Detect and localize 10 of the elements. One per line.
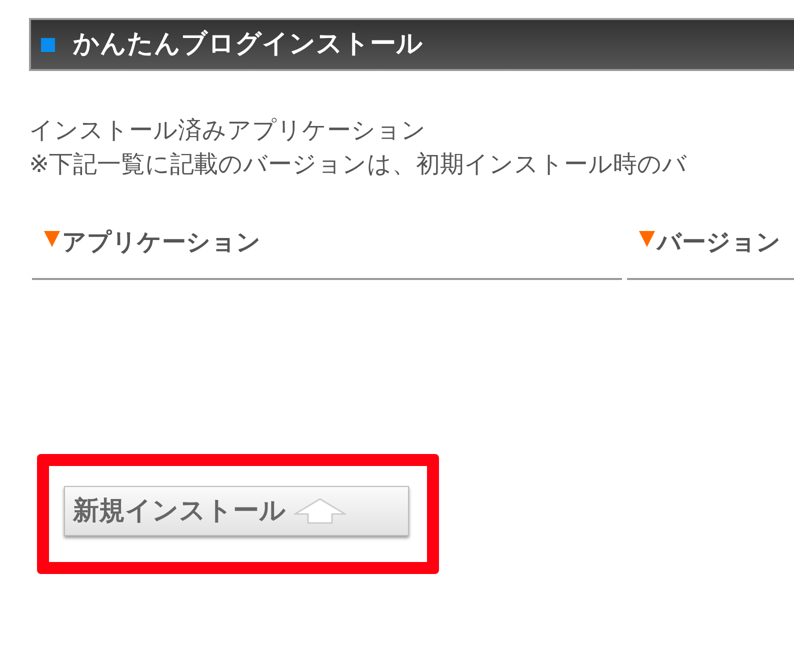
section-title: かんたんブログインストール xyxy=(73,28,423,61)
column-header: バージョン xyxy=(627,225,794,280)
triangle-icon xyxy=(44,231,60,247)
triangle-icon xyxy=(639,231,655,247)
install-button[interactable]: 新規インストール xyxy=(64,486,409,536)
column-header: アプリケーション xyxy=(32,225,622,280)
intro-text: ※下記一覧に記載のバージョンは、初期インストール時のバ xyxy=(29,149,688,180)
intro-text: インストール済みアプリケーション xyxy=(29,115,427,146)
up-arrow-icon xyxy=(294,498,346,524)
square-icon xyxy=(41,38,55,52)
